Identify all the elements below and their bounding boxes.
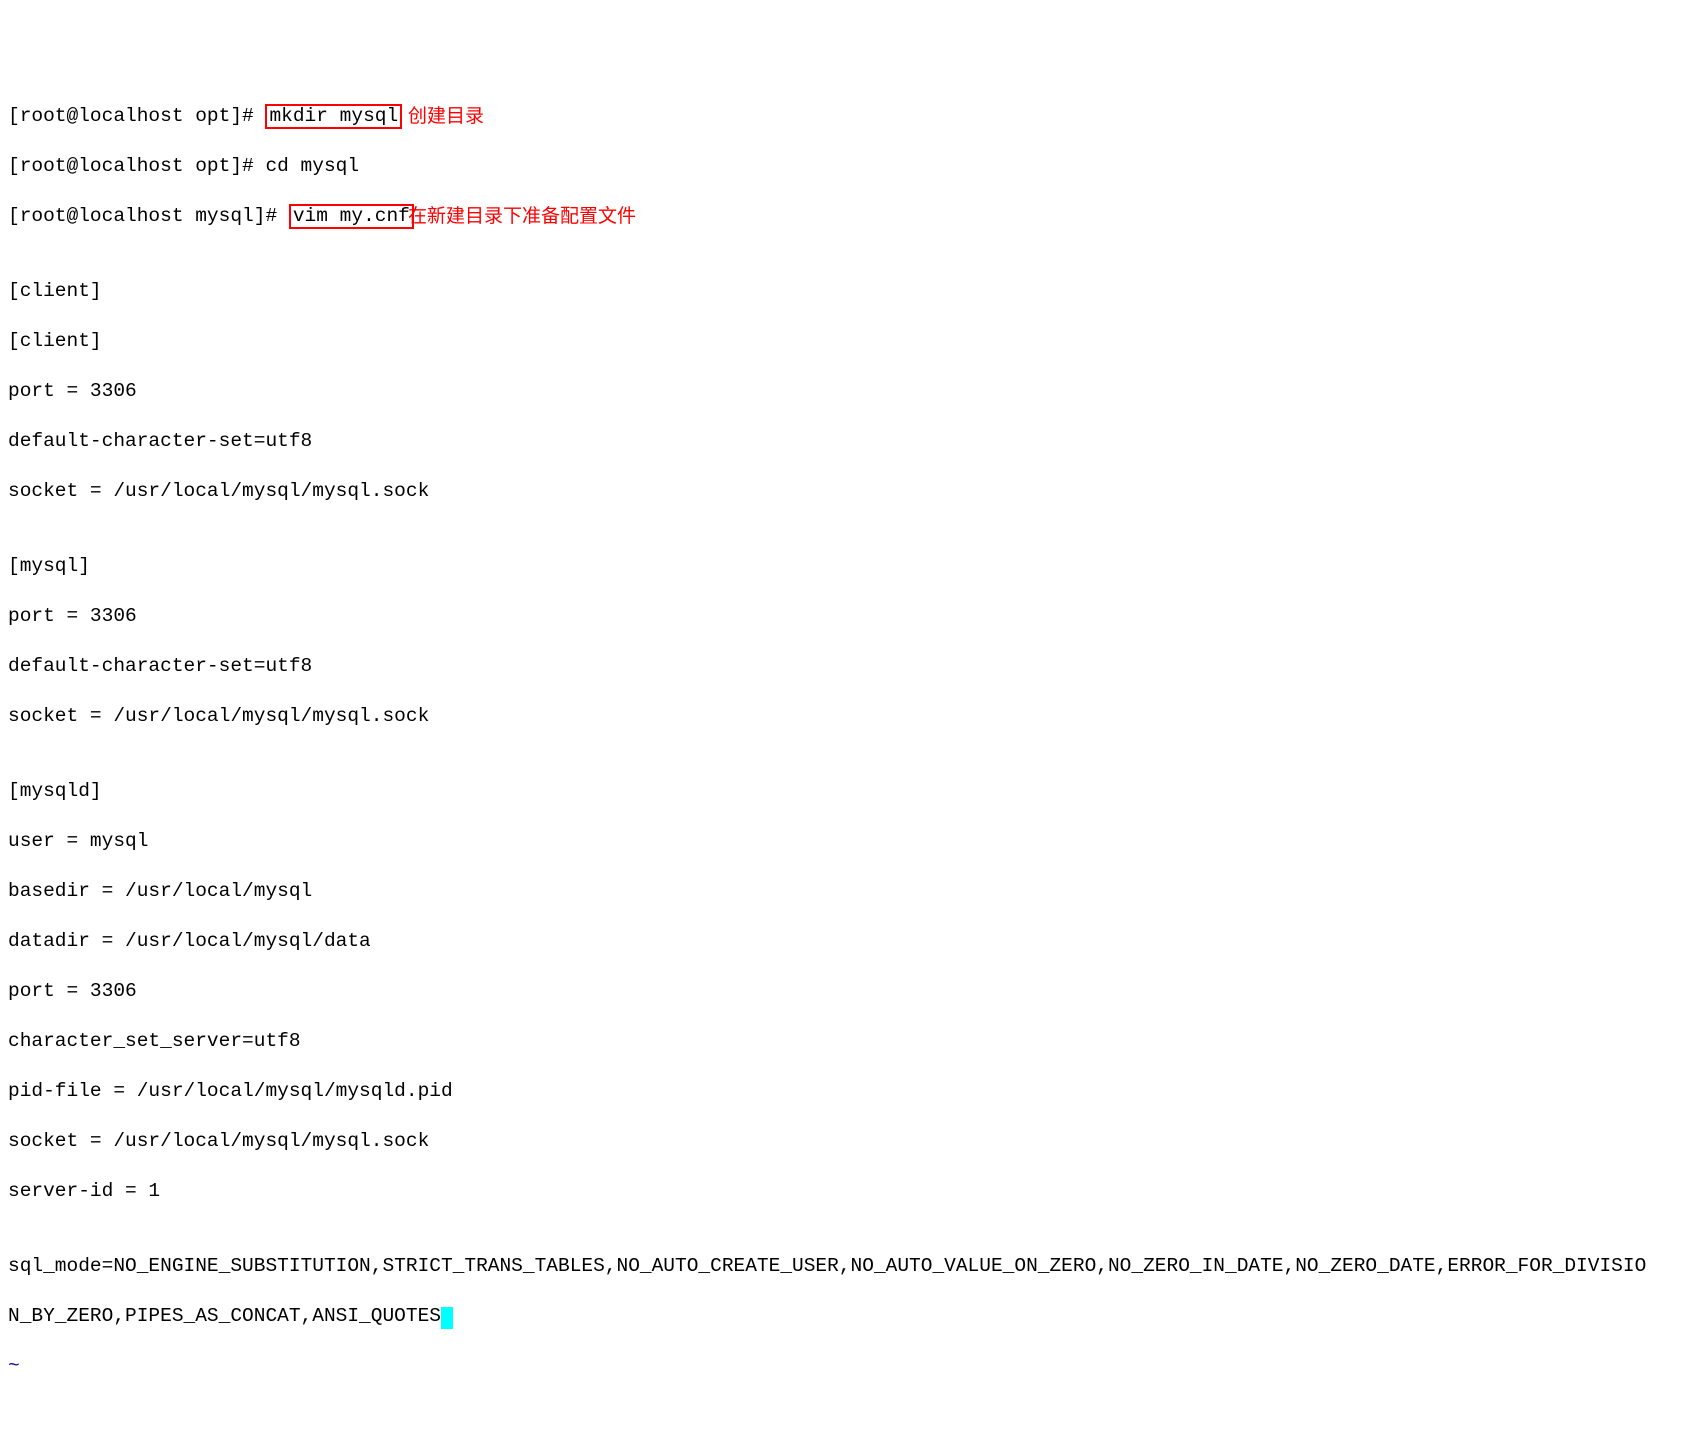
- config-line: port = 3306: [8, 979, 1687, 1004]
- config-text: N_BY_ZERO,PIPES_AS_CONCAT,ANSI_QUOTES: [8, 1305, 441, 1327]
- prompt: [root@localhost mysql]#: [8, 205, 289, 227]
- annotation-create-dir: 创建目录: [408, 104, 484, 129]
- config-line: socket = /usr/local/mysql/mysql.sock: [8, 479, 1687, 504]
- config-line-with-cursor: N_BY_ZERO,PIPES_AS_CONCAT,ANSI_QUOTES: [8, 1304, 1687, 1329]
- terminal-line-2: [root@localhost opt]# cd mysql: [8, 154, 1687, 179]
- config-line: [mysqld]: [8, 779, 1687, 804]
- config-line: port = 3306: [8, 379, 1687, 404]
- highlighted-command-mkdir: mkdir mysql: [265, 104, 402, 129]
- config-line: basedir = /usr/local/mysql: [8, 879, 1687, 904]
- terminal-line-3: [root@localhost mysql]# vim my.cnf在新建目录下…: [8, 204, 1687, 229]
- config-line: pid-file = /usr/local/mysql/mysqld.pid: [8, 1079, 1687, 1104]
- config-line: server-id = 1: [8, 1179, 1687, 1204]
- config-line: sql_mode=NO_ENGINE_SUBSTITUTION,STRICT_T…: [8, 1254, 1687, 1279]
- config-line: [mysql]: [8, 554, 1687, 579]
- config-line: default-character-set=utf8: [8, 654, 1687, 679]
- config-line: [client]: [8, 329, 1687, 354]
- config-line: [client]: [8, 279, 1687, 304]
- config-line: socket = /usr/local/mysql/mysql.sock: [8, 704, 1687, 729]
- config-line: socket = /usr/local/mysql/mysql.sock: [8, 1129, 1687, 1154]
- config-line: datadir = /usr/local/mysql/data: [8, 929, 1687, 954]
- config-line: port = 3306: [8, 604, 1687, 629]
- config-line: default-character-set=utf8: [8, 429, 1687, 454]
- terminal-line-1: [root@localhost opt]# mkdir mysql创建目录: [8, 104, 1687, 129]
- highlighted-command-vim: vim my.cnf: [289, 204, 414, 229]
- terminal-cursor[interactable]: [441, 1307, 453, 1329]
- annotation-prepare-config: 在新建目录下准备配置文件: [408, 204, 636, 229]
- config-line: character_set_server=utf8: [8, 1029, 1687, 1054]
- vim-tilde: ~: [8, 1354, 1687, 1379]
- config-line: user = mysql: [8, 829, 1687, 854]
- prompt: [root@localhost opt]#: [8, 105, 265, 127]
